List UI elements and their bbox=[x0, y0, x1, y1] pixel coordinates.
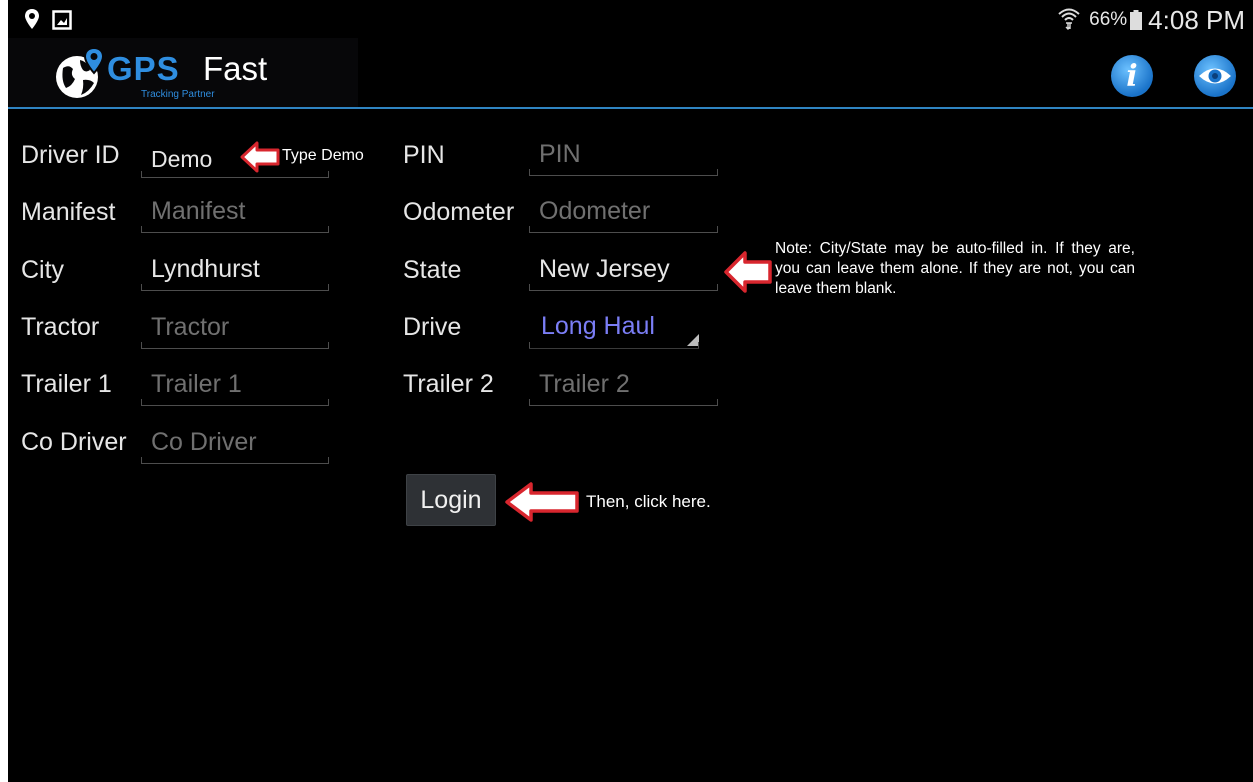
trailer-2-label: Trailer 2 bbox=[403, 370, 494, 398]
gallery-icon bbox=[52, 10, 72, 35]
city-field[interactable] bbox=[141, 250, 329, 291]
drive-label: Drive bbox=[403, 313, 462, 341]
logo-gps-text: GPS bbox=[107, 50, 180, 87]
eye-icon bbox=[1199, 68, 1231, 84]
odometer-label: Odometer bbox=[403, 198, 515, 226]
info-button[interactable]: i bbox=[1111, 55, 1153, 97]
state-input[interactable] bbox=[539, 250, 714, 288]
tractor-label: Tractor bbox=[21, 313, 100, 341]
city-label: City bbox=[21, 256, 65, 284]
drive-selected-value: Long Haul bbox=[541, 312, 655, 340]
app-logo: GPS Fast Tracking Partner bbox=[8, 38, 358, 107]
driver-id-label: Driver ID bbox=[21, 141, 120, 169]
co-driver-field[interactable] bbox=[141, 423, 329, 464]
location-pin-icon bbox=[24, 8, 40, 35]
manifest-label: Manifest bbox=[21, 198, 116, 226]
info-icon: i bbox=[1126, 59, 1138, 94]
annotation-arrow-icon bbox=[505, 482, 579, 527]
globe-pin-icon bbox=[53, 46, 111, 107]
manifest-field[interactable] bbox=[141, 192, 329, 233]
trailer-2-field[interactable] bbox=[529, 365, 718, 406]
battery-percent: 66% bbox=[1089, 9, 1128, 30]
state-field[interactable] bbox=[529, 250, 718, 291]
odometer-field[interactable] bbox=[529, 192, 718, 233]
battery-icon bbox=[1130, 10, 1143, 30]
co-driver-label: Co Driver bbox=[21, 428, 127, 456]
type-demo-annotation: Type Demo bbox=[282, 147, 364, 164]
logo-fast-text: Fast bbox=[203, 50, 268, 87]
click-here-annotation: Then, click here. bbox=[586, 492, 711, 511]
city-state-note: Note: City/State may be auto-filled in. … bbox=[775, 240, 1135, 297]
status-bar: 66% 4:08 PM bbox=[8, 0, 1253, 38]
status-indicators: 66% 4:08 PM bbox=[1057, 4, 1245, 35]
view-button[interactable] bbox=[1194, 55, 1236, 97]
wifi-icon bbox=[1057, 6, 1081, 35]
app-bar: GPS Fast Tracking Partner i bbox=[8, 38, 1253, 109]
login-button[interactable]: Login bbox=[406, 474, 496, 526]
city-input[interactable] bbox=[151, 250, 325, 288]
clock: 4:08 PM bbox=[1148, 4, 1245, 35]
drive-select[interactable]: Long Haul bbox=[529, 308, 699, 349]
manifest-input[interactable] bbox=[151, 192, 325, 230]
trailer-2-input[interactable] bbox=[539, 365, 714, 403]
logo-tagline: Tracking Partner bbox=[141, 89, 215, 100]
trailer-1-field[interactable] bbox=[141, 365, 329, 406]
tractor-input[interactable] bbox=[151, 308, 325, 346]
trailer-1-input[interactable] bbox=[151, 365, 325, 403]
pin-label: PIN bbox=[403, 141, 445, 169]
state-label: State bbox=[403, 256, 462, 284]
dropdown-caret-icon bbox=[687, 334, 699, 346]
annotation-arrow-icon bbox=[724, 250, 772, 299]
tractor-field[interactable] bbox=[141, 308, 329, 349]
co-driver-input[interactable] bbox=[151, 423, 325, 461]
odometer-input[interactable] bbox=[539, 192, 714, 230]
device-screen: 66% 4:08 PM GPS Fast Tracking Partner i … bbox=[8, 0, 1253, 782]
pin-field[interactable] bbox=[529, 135, 718, 176]
trailer-1-label: Trailer 1 bbox=[21, 370, 112, 398]
pin-input[interactable] bbox=[539, 135, 714, 173]
annotation-arrow-icon bbox=[240, 141, 280, 178]
